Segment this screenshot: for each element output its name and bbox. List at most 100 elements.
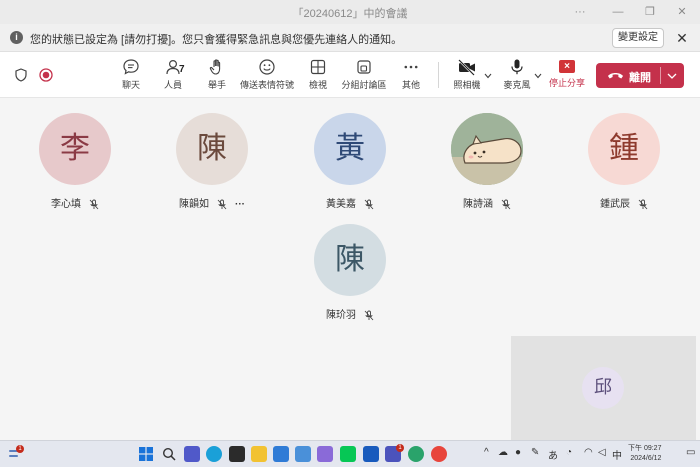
ime-mode-indicator[interactable]: あ [548, 447, 558, 462]
breakout-rooms-button[interactable]: 分組討論區 [340, 58, 388, 91]
avatar: 李 [39, 113, 111, 185]
view-label: 檢視 [308, 80, 327, 90]
participant-name: 陳韻如 [179, 199, 209, 210]
leave-button[interactable]: 離開 [596, 63, 684, 88]
meeting-toolbar: 聊天 人員 7 舉手 傳送表情符號 檢視 分組討論區 其他 照相機 麥克風 × … [0, 52, 700, 98]
camera-button[interactable]: 照相機 [452, 58, 482, 91]
breakout-rooms-icon [357, 60, 371, 74]
teams-app-icon[interactable] [184, 446, 200, 462]
chat-label: 聊天 [121, 80, 140, 90]
self-video-preview[interactable]: 邱 [511, 336, 696, 440]
participant-options-button[interactable]: ··· [235, 199, 245, 210]
camera-label: 照相機 [453, 80, 481, 90]
participant-tile[interactable]: 鍾 鍾武辰 [564, 113, 684, 210]
edge-browser-icon[interactable] [206, 446, 222, 462]
muted-mic-icon [217, 199, 227, 210]
system-clock[interactable]: 下午 09:27 2024/6/12 [628, 444, 661, 464]
participant-name: 黃美嘉 [326, 199, 356, 210]
avatar: 鍾 [588, 113, 660, 185]
raise-hand-button[interactable]: 舉手 [202, 58, 232, 91]
participant-tile[interactable]: 陳 陳玠羽 [290, 224, 410, 321]
cat-cartoon-avatar-icon [451, 113, 523, 185]
people-label: 人員 [163, 80, 182, 90]
ime-settings-icon[interactable]: ◔ [566, 447, 572, 458]
volume-icon[interactable]: ◁ [598, 447, 606, 458]
microphone-icon [511, 59, 523, 75]
muted-mic-icon [89, 199, 99, 210]
leave-label: 離開 [629, 72, 651, 84]
participant-tile[interactable]: 李 李心填 [15, 113, 135, 210]
muted-mic-icon [364, 199, 374, 210]
close-window-button[interactable]: ✕ [670, 3, 694, 21]
participant-name: 鍾武辰 [600, 199, 630, 210]
hand-icon [209, 59, 221, 75]
raise-hand-label: 舉手 [207, 80, 226, 90]
file-explorer-icon[interactable] [251, 446, 267, 462]
hang-up-icon [608, 73, 623, 79]
microphone-options-chevron-icon[interactable] [534, 73, 542, 79]
dismiss-notification-button[interactable]: ✕ [674, 28, 690, 48]
ellipsis-icon [404, 65, 418, 69]
cloud-icon[interactable]: ☁ [498, 447, 508, 458]
reactions-button[interactable]: 傳送表情符號 [238, 58, 296, 91]
teams-unread-badge: 1 [396, 444, 404, 452]
chrome-browser-icon[interactable] [431, 446, 447, 462]
maps-icon[interactable] [408, 446, 424, 462]
breakout-rooms-label: 分組討論區 [341, 80, 387, 90]
photos-icon[interactable] [295, 446, 311, 462]
reactions-label: 傳送表情符號 [239, 80, 294, 90]
participant-name: 陳詩涵 [463, 199, 493, 210]
more-actions-label: 其他 [401, 80, 420, 90]
avatar: 黃 [314, 113, 386, 185]
line-app-icon[interactable] [340, 446, 356, 462]
participant-name: 陳玠羽 [326, 310, 356, 321]
avatar-photo [451, 113, 523, 185]
word-app-icon[interactable] [363, 446, 379, 462]
show-hidden-icons-chevron[interactable]: ^ [484, 447, 489, 458]
title-bar: 「20240612」中的會議 ··· — ❐ ✕ [0, 0, 700, 24]
participant-tile[interactable]: 陳詩涵 [427, 113, 547, 210]
notification-message: 您的狀態已設定為 [請勿打擾]。您只會獲得緊急訊息與您優先連絡人的通知。 [30, 34, 403, 46]
stop-sharing-label: 停止分享 [548, 78, 585, 88]
maximize-button[interactable]: ❐ [638, 3, 662, 21]
muted-mic-icon [364, 310, 374, 321]
windows-start-icon[interactable] [139, 447, 153, 461]
view-button[interactable]: 檢視 [303, 58, 333, 91]
grid-view-icon [310, 59, 326, 75]
tray-microphone-icon[interactable]: ● [515, 447, 521, 458]
muted-mic-icon [501, 199, 511, 210]
language-indicator[interactable]: 中 [612, 447, 622, 462]
smiley-icon [259, 59, 275, 75]
more-actions-button[interactable]: 其他 [396, 58, 426, 91]
chat-button[interactable]: 聊天 [116, 58, 146, 91]
participant-name: 李心填 [51, 199, 81, 210]
people-count: 7 [179, 64, 185, 75]
store-icon[interactable] [229, 446, 245, 462]
more-options-icon[interactable]: ··· [568, 3, 592, 21]
recording-icon[interactable] [39, 68, 53, 82]
change-settings-button[interactable]: 變更設定 [612, 28, 664, 48]
leave-options-chevron-icon[interactable] [667, 73, 677, 79]
shield-icon[interactable] [15, 68, 27, 82]
toolbar-divider [438, 62, 439, 88]
window-title: 「20240612」中的會議 [292, 8, 408, 20]
camera-options-chevron-icon[interactable] [484, 73, 492, 79]
notification-badge: 1 [16, 445, 24, 453]
self-avatar: 邱 [582, 367, 624, 409]
pen-icon[interactable]: ✎ [531, 447, 539, 458]
stop-share-icon: × [559, 60, 575, 73]
search-icon[interactable] [162, 447, 176, 461]
stop-sharing-button[interactable]: × 停止分享 [548, 58, 586, 89]
minimize-button[interactable]: — [606, 3, 630, 21]
notification-center-icon[interactable]: ▭ [686, 447, 695, 458]
copilot-icon[interactable] [317, 446, 333, 462]
participant-tile[interactable]: 黃 黃美嘉 [290, 113, 410, 210]
muted-mic-icon [638, 199, 648, 210]
mail-icon[interactable] [273, 446, 289, 462]
camera-off-icon [458, 59, 475, 76]
avatar: 陳 [314, 224, 386, 296]
participant-tile[interactable]: 陳 陳韻如 ··· [152, 113, 272, 210]
microphone-button[interactable]: 麥克風 [502, 58, 532, 91]
wifi-icon[interactable]: ◠ [584, 447, 593, 458]
info-icon: i [10, 31, 23, 44]
